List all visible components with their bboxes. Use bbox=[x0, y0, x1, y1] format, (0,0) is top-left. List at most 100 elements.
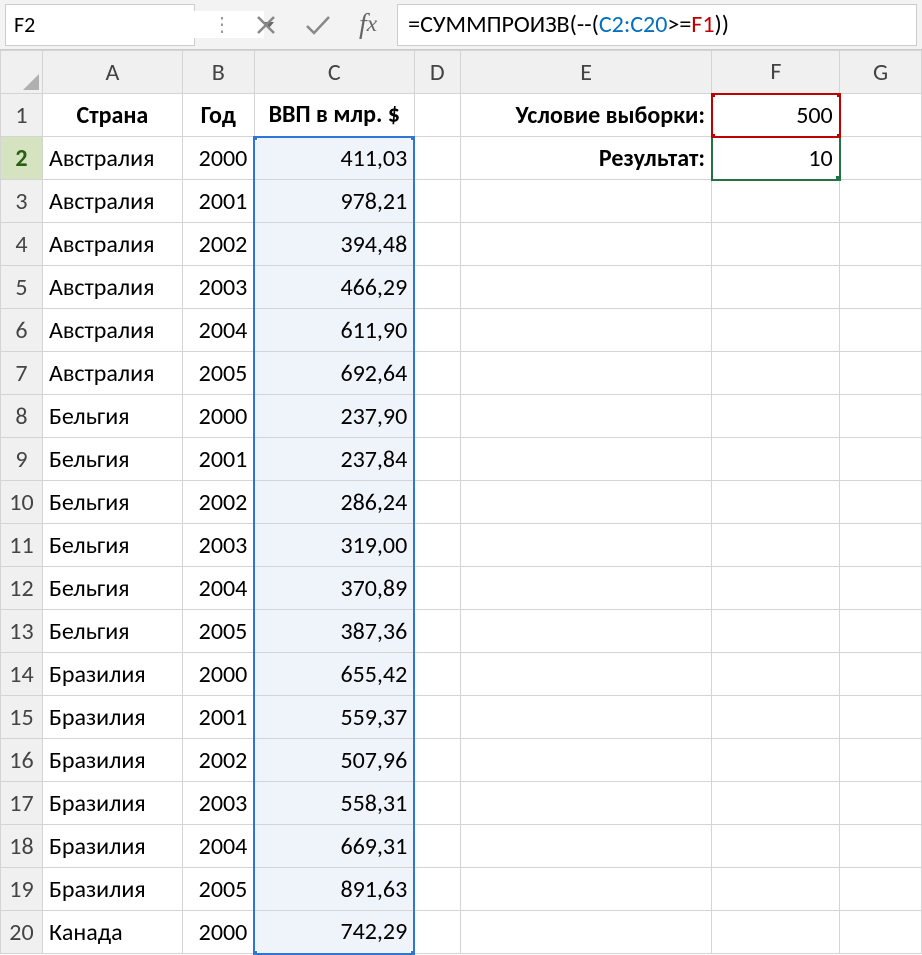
cell[interactable]: 2002 bbox=[182, 223, 254, 266]
cell[interactable] bbox=[712, 352, 840, 395]
cell[interactable]: 237,84 bbox=[254, 438, 414, 481]
row-header[interactable]: 20 bbox=[1, 911, 43, 954]
cell[interactable] bbox=[414, 180, 460, 223]
cell[interactable] bbox=[414, 438, 460, 481]
cell[interactable]: Бразилия bbox=[42, 868, 182, 911]
col-header-A[interactable]: A bbox=[42, 51, 182, 94]
cell[interactable] bbox=[460, 352, 712, 395]
row-header[interactable]: 18 bbox=[1, 825, 43, 868]
cell[interactable]: Бельгия bbox=[42, 438, 182, 481]
cell[interactable] bbox=[414, 653, 460, 696]
cell[interactable]: 2002 bbox=[182, 481, 254, 524]
cell[interactable]: Канада bbox=[42, 911, 182, 954]
row-header[interactable]: 12 bbox=[1, 567, 43, 610]
cell[interactable] bbox=[414, 395, 460, 438]
cell[interactable]: 2005 bbox=[182, 352, 254, 395]
cell[interactable]: 411,03 bbox=[254, 137, 414, 180]
cell[interactable]: 370,89 bbox=[254, 567, 414, 610]
cell[interactable] bbox=[840, 524, 922, 567]
cell[interactable] bbox=[460, 438, 712, 481]
cell[interactable] bbox=[840, 223, 922, 266]
cell[interactable] bbox=[460, 180, 712, 223]
cell[interactable]: 394,48 bbox=[254, 223, 414, 266]
cell[interactable] bbox=[712, 696, 840, 739]
cell[interactable] bbox=[712, 610, 840, 653]
cell[interactable] bbox=[460, 825, 712, 868]
cell[interactable]: 2000 bbox=[182, 911, 254, 954]
cell[interactable]: 2004 bbox=[182, 309, 254, 352]
col-header-D[interactable]: D bbox=[414, 51, 460, 94]
cell[interactable]: 2003 bbox=[182, 782, 254, 825]
cell[interactable] bbox=[712, 567, 840, 610]
col-header-C[interactable]: C bbox=[254, 51, 414, 94]
cell[interactable]: Бельгия bbox=[42, 524, 182, 567]
cell[interactable]: 2004 bbox=[182, 825, 254, 868]
cell[interactable]: 319,00 bbox=[254, 524, 414, 567]
cell[interactable] bbox=[460, 395, 712, 438]
cell[interactable] bbox=[414, 567, 460, 610]
cell[interactable]: 237,90 bbox=[254, 395, 414, 438]
cell[interactable] bbox=[460, 911, 712, 954]
name-box-container[interactable] bbox=[5, 4, 195, 46]
cell[interactable] bbox=[414, 352, 460, 395]
cell[interactable]: Австралия bbox=[42, 266, 182, 309]
cell[interactable] bbox=[712, 868, 840, 911]
cell-D1[interactable] bbox=[414, 94, 460, 137]
row-header[interactable]: 9 bbox=[1, 438, 43, 481]
cell[interactable] bbox=[840, 610, 922, 653]
cell[interactable] bbox=[460, 481, 712, 524]
cell[interactable]: 559,37 bbox=[254, 696, 414, 739]
cell[interactable]: 742,29 bbox=[254, 911, 414, 954]
cell[interactable] bbox=[840, 782, 922, 825]
cell[interactable] bbox=[414, 825, 460, 868]
cell[interactable] bbox=[712, 438, 840, 481]
cell[interactable]: Австралия bbox=[42, 223, 182, 266]
cell[interactable] bbox=[712, 180, 840, 223]
col-header-B[interactable]: B bbox=[182, 51, 254, 94]
cell-A1[interactable]: Страна bbox=[42, 94, 182, 137]
row-header[interactable]: 3 bbox=[1, 180, 43, 223]
row-header[interactable]: 1 bbox=[1, 94, 43, 137]
cell[interactable] bbox=[840, 438, 922, 481]
cell[interactable]: 2001 bbox=[182, 438, 254, 481]
cell[interactable]: 2001 bbox=[182, 696, 254, 739]
row-header[interactable]: 4 bbox=[1, 223, 43, 266]
cell-F1[interactable]: 500 bbox=[712, 94, 840, 137]
cell-G1[interactable] bbox=[840, 94, 922, 137]
row-header[interactable]: 14 bbox=[1, 653, 43, 696]
cell[interactable]: 507,96 bbox=[254, 739, 414, 782]
cell[interactable]: 286,24 bbox=[254, 481, 414, 524]
cell[interactable] bbox=[460, 266, 712, 309]
cell[interactable] bbox=[414, 610, 460, 653]
cell[interactable] bbox=[414, 137, 460, 180]
cell[interactable] bbox=[840, 739, 922, 782]
cell[interactable] bbox=[712, 782, 840, 825]
cell[interactable] bbox=[712, 223, 840, 266]
cell[interactable]: Бразилия bbox=[42, 696, 182, 739]
cell[interactable] bbox=[414, 739, 460, 782]
cell-C1[interactable]: ВВП в млр. $ bbox=[254, 94, 414, 137]
col-header-F[interactable]: F bbox=[712, 51, 840, 94]
select-all-corner[interactable] bbox=[1, 51, 43, 94]
cell[interactable] bbox=[460, 524, 712, 567]
row-header[interactable]: 2 bbox=[1, 137, 43, 180]
cell[interactable] bbox=[460, 223, 712, 266]
cell[interactable]: Бельгия bbox=[42, 567, 182, 610]
cell[interactable]: 692,64 bbox=[254, 352, 414, 395]
cell[interactable] bbox=[414, 309, 460, 352]
cell[interactable]: Бельгия bbox=[42, 481, 182, 524]
cell[interactable]: Австралия bbox=[42, 137, 182, 180]
cancel-icon[interactable] bbox=[255, 14, 277, 36]
cell[interactable] bbox=[712, 395, 840, 438]
col-header-G[interactable]: G bbox=[840, 51, 922, 94]
row-header[interactable]: 5 bbox=[1, 266, 43, 309]
cell[interactable]: 2002 bbox=[182, 739, 254, 782]
cell[interactable] bbox=[414, 911, 460, 954]
cell[interactable]: Бельгия bbox=[42, 610, 182, 653]
cell[interactable] bbox=[712, 524, 840, 567]
cell[interactable] bbox=[460, 696, 712, 739]
cell[interactable] bbox=[460, 309, 712, 352]
row-header[interactable]: 7 bbox=[1, 352, 43, 395]
row-header[interactable]: 16 bbox=[1, 739, 43, 782]
row-header[interactable]: 6 bbox=[1, 309, 43, 352]
